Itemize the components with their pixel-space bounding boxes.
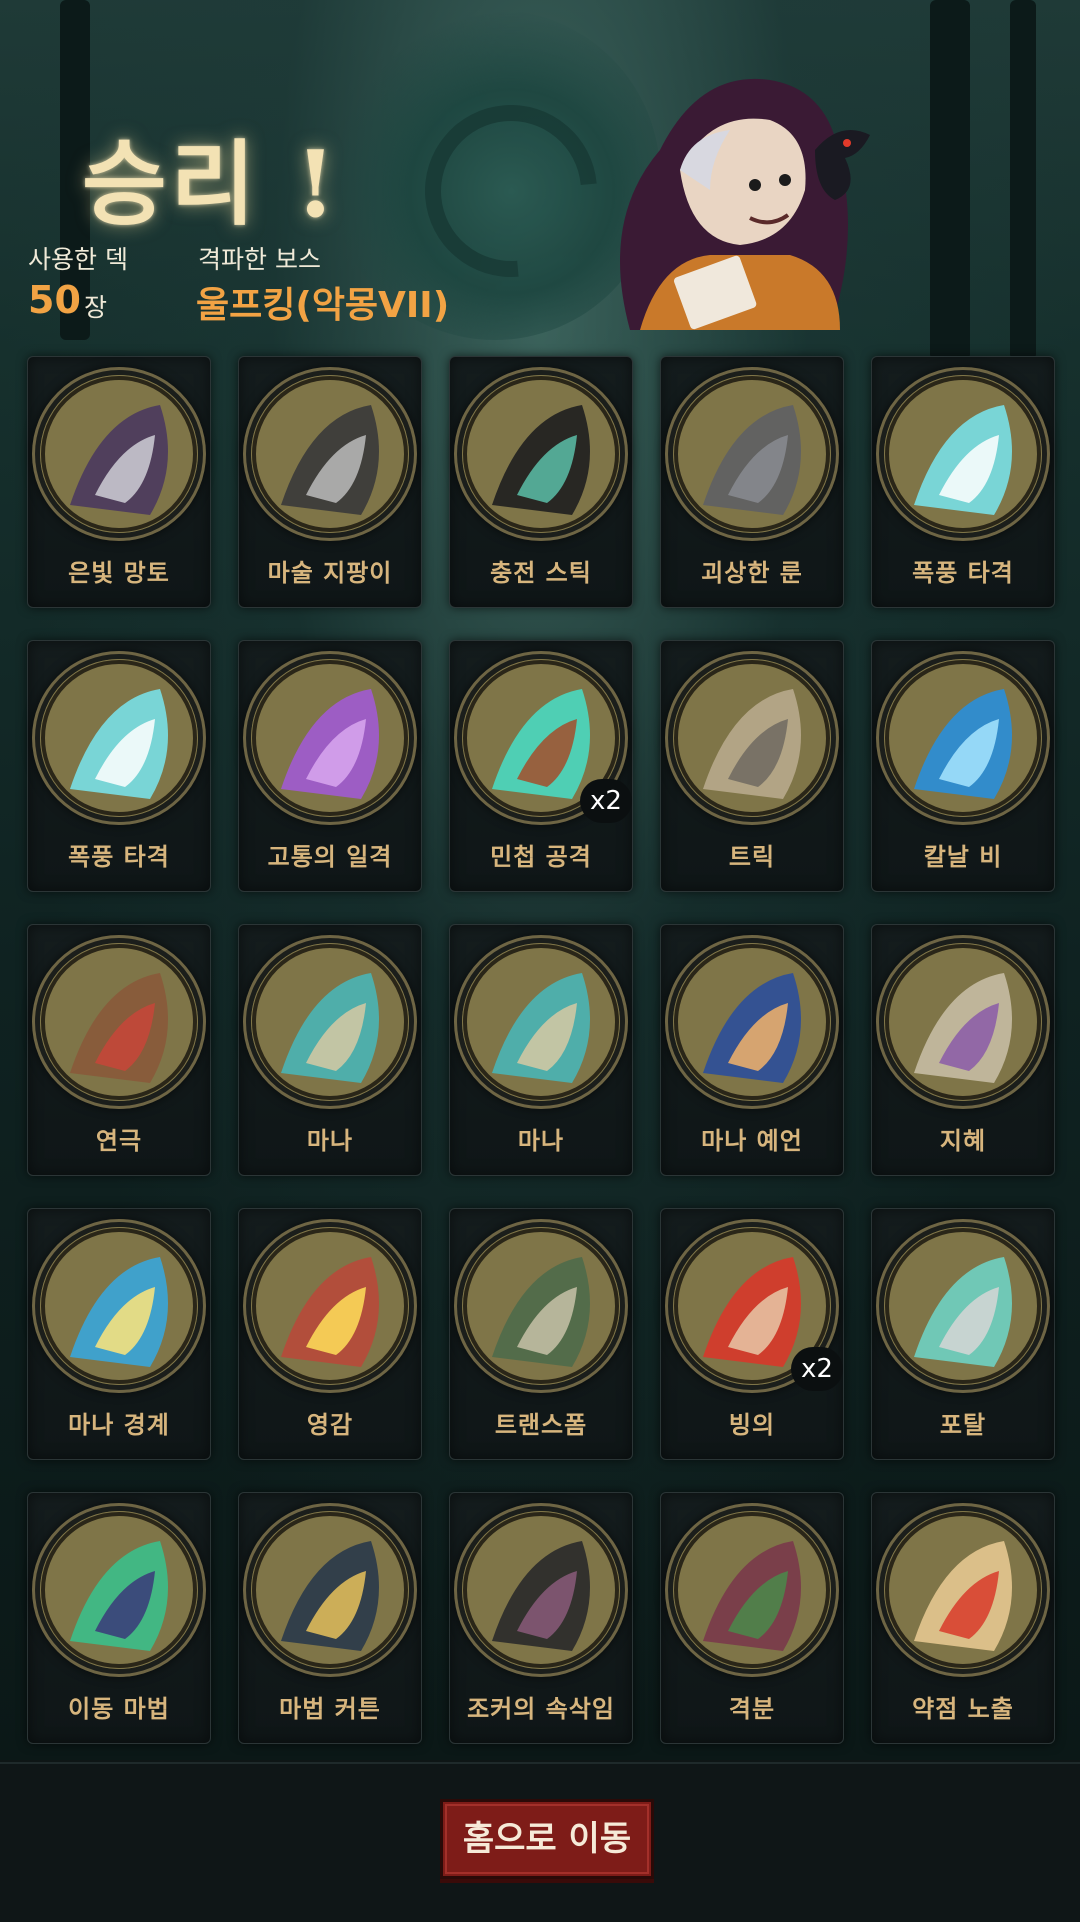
- card-slot[interactable]: 마술 지팡이: [238, 356, 422, 608]
- card-slot[interactable]: 마법 커튼: [238, 1492, 422, 1744]
- card-name: 지혜: [939, 1127, 987, 1155]
- card-slot[interactable]: 트랜스폼: [449, 1208, 633, 1460]
- card-slot[interactable]: 칼날 비: [871, 640, 1055, 892]
- card-slot[interactable]: 은빛 망토: [27, 356, 211, 608]
- card-slot[interactable]: 빙의 x2: [660, 1208, 844, 1460]
- card-slot[interactable]: 이동 마법: [27, 1492, 211, 1744]
- jokers-whisper-icon: [462, 1511, 620, 1669]
- card-slot[interactable]: 마나 경계: [27, 1208, 211, 1460]
- card-name: 트릭: [728, 843, 776, 871]
- card-name: 조커의 속삭임: [467, 1695, 615, 1723]
- card-name: 은빛 망토: [68, 559, 170, 587]
- card-name: 연극: [95, 1127, 143, 1155]
- play-icon: [40, 943, 198, 1101]
- card-name: 마술 지팡이: [267, 559, 393, 587]
- portal-icon: [884, 1227, 1042, 1385]
- card-count-badge: x2: [791, 1347, 843, 1391]
- mana-orb-icon: [251, 943, 409, 1101]
- mana-orb-icon: [462, 943, 620, 1101]
- card-slot[interactable]: 영감: [238, 1208, 422, 1460]
- weakness-exposed-icon: [884, 1511, 1042, 1669]
- card-name: 약점 노출: [912, 1695, 1014, 1723]
- victory-title: 승리 !: [82, 130, 340, 238]
- card-count-badge: x2: [580, 779, 632, 823]
- card-slot[interactable]: 약점 노출: [871, 1492, 1055, 1744]
- boss-label: 격파한 보스: [198, 245, 321, 274]
- storm-strike-icon: [40, 659, 198, 817]
- card-slot[interactable]: 충전 스틱: [449, 356, 633, 608]
- card-slot[interactable]: 민첩 공격 x2: [449, 640, 633, 892]
- cloak-icon: [40, 375, 198, 533]
- pain-strike-icon: [251, 659, 409, 817]
- deck-count: 50: [28, 278, 81, 322]
- card-slot[interactable]: 트릭: [660, 640, 844, 892]
- mana-prophecy-icon: [673, 943, 831, 1101]
- card-name: 빙의: [728, 1411, 776, 1439]
- card-name: 민첩 공격: [490, 843, 592, 871]
- wisdom-icon: [884, 943, 1042, 1101]
- storm-strike-icon: [884, 375, 1042, 533]
- footer-bar: 홈으로 이동: [0, 1762, 1080, 1922]
- deck-unit: 장: [84, 293, 108, 322]
- card-slot[interactable]: 지혜: [871, 924, 1055, 1176]
- card-name: 마나: [306, 1127, 354, 1155]
- card-name: 괴상한 룬: [701, 559, 803, 587]
- card-name: 마나 경계: [68, 1411, 170, 1439]
- deck-card-grid: 은빛 망토 마술 지팡이 충전 스틱 괴상한 룬 폭풍 타격 폭풍 타격 고통의 일격 민첩 …: [27, 356, 1055, 1744]
- card-name: 마나: [517, 1127, 565, 1155]
- card-name: 폭풍 타격: [912, 559, 1014, 587]
- card-slot[interactable]: 포탈: [871, 1208, 1055, 1460]
- card-slot[interactable]: 마나 예언: [660, 924, 844, 1176]
- card-name: 폭풍 타격: [68, 843, 170, 871]
- hooded-heroine-portrait: [620, 78, 870, 330]
- deck-label: 사용한 덱: [28, 245, 128, 274]
- card-slot[interactable]: 괴상한 룬: [660, 356, 844, 608]
- card-name: 격분: [728, 1695, 776, 1723]
- trick-icon: [673, 659, 831, 817]
- transform-icon: [462, 1227, 620, 1385]
- card-slot[interactable]: 조커의 속삭임: [449, 1492, 633, 1744]
- magic-curtain-icon: [251, 1511, 409, 1669]
- boss-name: 울프킹(악몽VII): [196, 285, 450, 326]
- card-slot[interactable]: 격분: [660, 1492, 844, 1744]
- magic-staff-icon: [251, 375, 409, 533]
- tree-silhouette: [930, 0, 970, 360]
- card-slot[interactable]: 연극: [27, 924, 211, 1176]
- card-name: 영감: [306, 1411, 354, 1439]
- card-name: 마법 커튼: [279, 1695, 381, 1723]
- card-slot[interactable]: 고통의 일격: [238, 640, 422, 892]
- card-slot[interactable]: 마나: [238, 924, 422, 1176]
- tree-silhouette: [1010, 0, 1036, 360]
- card-name: 칼날 비: [923, 843, 1003, 871]
- card-name: 이동 마법: [68, 1695, 170, 1723]
- charge-stick-icon: [462, 375, 620, 533]
- card-slot[interactable]: 폭풍 타격: [27, 640, 211, 892]
- card-name: 트랜스폼: [494, 1411, 588, 1439]
- teleport-magic-icon: [40, 1511, 198, 1669]
- card-name: 충전 스틱: [490, 559, 592, 587]
- home-button[interactable]: 홈으로 이동: [440, 1799, 654, 1879]
- blade-rain-icon: [884, 659, 1042, 817]
- card-name: 포탈: [939, 1411, 987, 1439]
- card-slot[interactable]: 마나: [449, 924, 633, 1176]
- inspiration-icon: [251, 1227, 409, 1385]
- card-name: 고통의 일격: [267, 843, 393, 871]
- card-name: 마나 예언: [701, 1127, 803, 1155]
- rage-icon: [673, 1511, 831, 1669]
- card-slot[interactable]: 폭풍 타격: [871, 356, 1055, 608]
- mana-barrier-icon: [40, 1227, 198, 1385]
- strange-rune-icon: [673, 375, 831, 533]
